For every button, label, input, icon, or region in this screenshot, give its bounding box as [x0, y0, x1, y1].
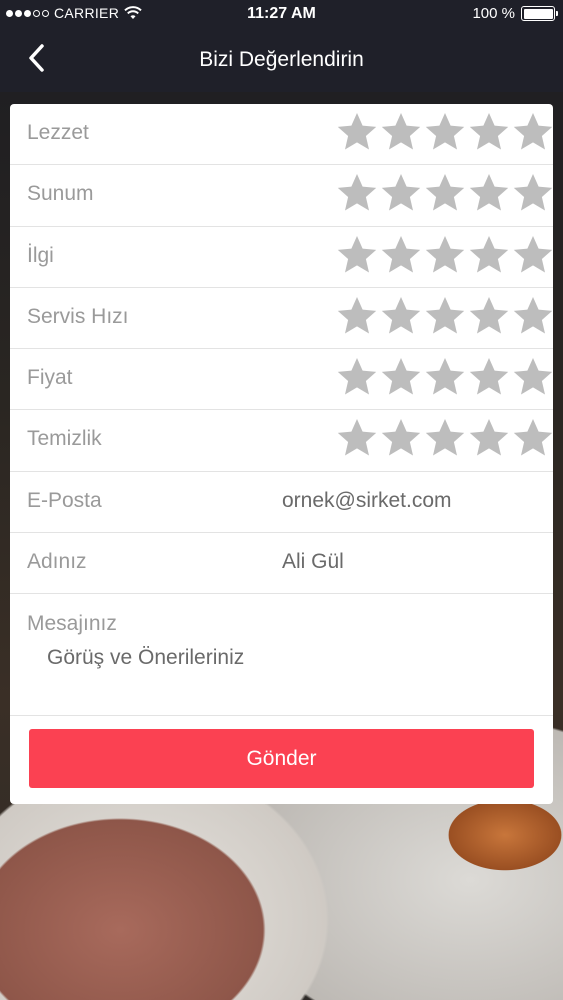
battery-fill: [523, 8, 553, 19]
star-icon[interactable]: [423, 294, 467, 338]
star-icon[interactable]: [467, 171, 511, 215]
rating-row: Sunum: [10, 165, 553, 227]
star-icon[interactable]: [511, 171, 553, 215]
message-label: Mesajınız: [27, 612, 117, 636]
submit-button[interactable]: Gönder: [29, 729, 534, 788]
message-row: Mesajınız Görüş ve Önerileriniz: [10, 594, 553, 717]
rating-label: Sunum: [27, 182, 94, 206]
star-icon[interactable]: [511, 233, 553, 277]
star-rating: [335, 416, 553, 460]
star-rating: [335, 355, 553, 399]
star-rating: [335, 110, 553, 154]
page-title: Bizi Değerlendirin: [199, 48, 364, 71]
star-icon[interactable]: [423, 171, 467, 215]
star-icon[interactable]: [423, 355, 467, 399]
star-icon[interactable]: [467, 110, 511, 154]
rating-label: Servis Hızı: [27, 304, 129, 328]
rating-row: İlgi: [10, 227, 553, 288]
star-icon[interactable]: [467, 416, 511, 460]
star-icon[interactable]: [335, 171, 379, 215]
star-icon[interactable]: [423, 416, 467, 460]
navigation-bar: Bizi Değerlendirin: [0, 28, 563, 92]
star-icon[interactable]: [423, 233, 467, 277]
star-rating: [335, 233, 553, 277]
rating-label: Temizlik: [27, 427, 102, 451]
rating-row: Lezzet: [10, 104, 553, 166]
rating-label: Fiyat: [27, 366, 73, 390]
message-field[interactable]: Görüş ve Önerileriniz: [47, 646, 244, 670]
star-icon[interactable]: [335, 110, 379, 154]
star-icon[interactable]: [467, 233, 511, 277]
rating-row: Fiyat: [10, 349, 553, 411]
email-field[interactable]: ornek@sirket.com: [282, 489, 452, 513]
star-icon[interactable]: [467, 294, 511, 338]
star-icon[interactable]: [379, 355, 423, 399]
star-icon[interactable]: [511, 110, 553, 154]
battery-percent: 100 %: [472, 5, 515, 22]
rating-label: İlgi: [27, 243, 54, 267]
rating-form-card: Lezzet Sunum İlgi Servis Hızı Fiyat Temizlik …: [10, 104, 553, 804]
rating-label: Lezzet: [27, 121, 89, 144]
star-icon[interactable]: [379, 233, 423, 277]
name-row: Adınız Ali Gül: [10, 533, 553, 595]
battery-icon: [521, 6, 558, 21]
star-rating: [335, 294, 553, 338]
star-rating: [335, 171, 553, 215]
star-icon[interactable]: [511, 416, 553, 460]
star-icon[interactable]: [379, 294, 423, 338]
email-label: E-Posta: [27, 488, 102, 512]
name-label: Adınız: [27, 550, 87, 574]
star-icon[interactable]: [379, 110, 423, 154]
star-icon[interactable]: [379, 171, 423, 215]
rating-list: Lezzet Sunum İlgi Servis Hızı Fiyat Temizlik: [10, 104, 553, 472]
name-field[interactable]: Ali Gül: [282, 550, 344, 574]
star-icon[interactable]: [511, 294, 553, 338]
status-right: 100 %: [472, 5, 558, 22]
star-icon[interactable]: [335, 355, 379, 399]
email-row: E-Posta ornek@sirket.com: [10, 472, 553, 534]
star-icon[interactable]: [467, 355, 511, 399]
star-icon[interactable]: [335, 233, 379, 277]
rating-row: Temizlik: [10, 410, 553, 472]
star-icon[interactable]: [335, 294, 379, 338]
star-icon[interactable]: [511, 355, 553, 399]
star-icon[interactable]: [335, 416, 379, 460]
rating-row: Servis Hızı: [10, 288, 553, 350]
star-icon[interactable]: [379, 416, 423, 460]
star-icon[interactable]: [423, 110, 467, 154]
status-bar: CARRIER 11:27 AM 100 %: [0, 0, 563, 28]
